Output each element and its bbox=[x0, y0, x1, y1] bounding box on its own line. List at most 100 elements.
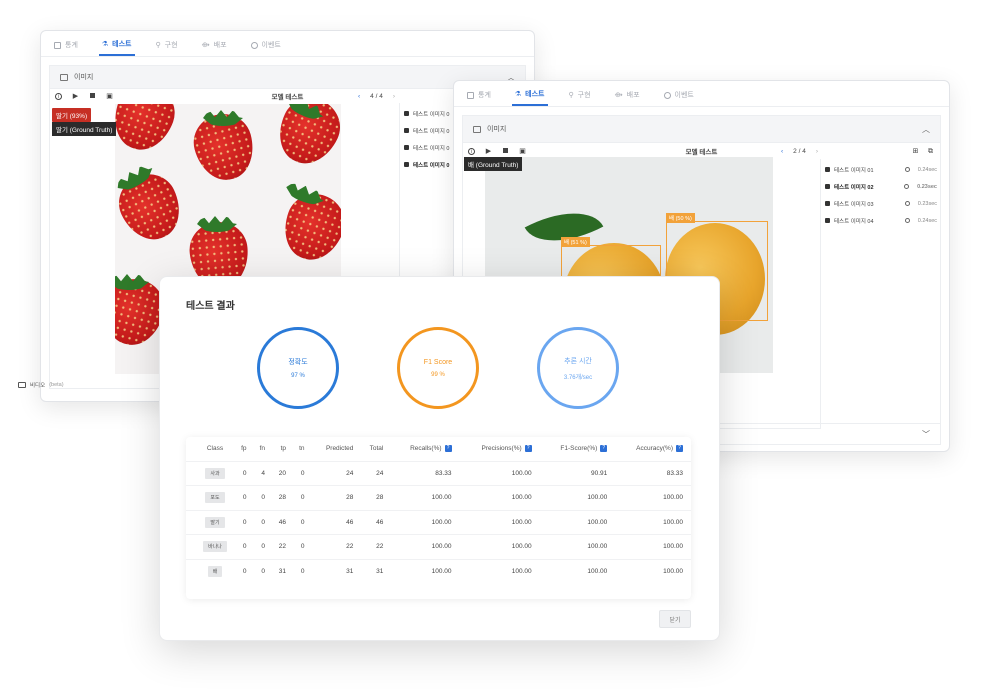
metric-label: F1 Score bbox=[423, 358, 453, 366]
column-header: fn bbox=[259, 445, 265, 453]
class-cell: 사과 bbox=[186, 460, 236, 486]
column-header: Precisions(%)? bbox=[460, 437, 540, 461]
pin-icon: ⚲ bbox=[568, 92, 574, 99]
table-cell: 4 bbox=[254, 460, 273, 486]
clock-icon bbox=[904, 167, 910, 172]
chart-icon bbox=[467, 91, 474, 99]
tab-implement[interactable]: ⚲ 구현 bbox=[566, 84, 594, 106]
tab-events[interactable]: 이벤트 bbox=[248, 34, 284, 56]
next-page-icon[interactable]: › bbox=[393, 93, 395, 100]
help-icon[interactable]: ? bbox=[600, 445, 608, 453]
pager: ‹ 2 / 4 › bbox=[781, 147, 818, 155]
tab-test[interactable]: ⚗ 테스트 bbox=[98, 34, 135, 56]
image-file-icon bbox=[825, 218, 830, 223]
table-cell: 100.00 bbox=[391, 558, 460, 584]
deploy-icon: ⟴ bbox=[614, 92, 623, 99]
table-cell: 100.00 bbox=[391, 509, 460, 535]
table-cell: 100.00 bbox=[539, 534, 616, 559]
history-icon bbox=[663, 91, 671, 99]
column-header: Accuracy(%)? bbox=[615, 437, 691, 461]
image-icon bbox=[473, 125, 481, 133]
class-metrics-table: Class fp fn tp tn Predicted Total Recalls(%)? Pr… bbox=[186, 437, 691, 599]
file-item[interactable]: 테스트 이미지 02 0.23sec bbox=[821, 178, 940, 195]
play-icon[interactable]: ▶ bbox=[485, 148, 492, 155]
file-item[interactable]: 테스트 이미지 01 0.24sec bbox=[821, 161, 940, 178]
metric-value: 99 % bbox=[431, 371, 445, 378]
table-cell: 0 bbox=[294, 485, 313, 510]
info-icon[interactable]: i bbox=[468, 147, 475, 155]
tab-deploy[interactable]: ⟴ 배포 bbox=[199, 34, 230, 56]
column-header: Recalls(%)? bbox=[391, 437, 459, 461]
tab-test[interactable]: ⚗ 테스트 bbox=[511, 84, 548, 106]
table-row: 배 0 0 31 0 31 31 100.00 100.00 100.00 100.00 bbox=[186, 558, 691, 584]
clock-icon bbox=[904, 184, 910, 189]
table-cell: 0 bbox=[254, 558, 273, 584]
stop-icon[interactable] bbox=[502, 147, 509, 155]
stop-icon[interactable] bbox=[89, 92, 96, 100]
image-toggle-icon[interactable]: ▣ bbox=[519, 148, 526, 155]
table-cell: 20 bbox=[273, 460, 294, 486]
chevron-up-icon[interactable]: ︿ bbox=[922, 124, 930, 135]
table-cell: 28 bbox=[273, 485, 294, 510]
image-file-icon bbox=[404, 111, 409, 116]
tab-events[interactable]: 이벤트 bbox=[661, 84, 697, 106]
table-cell: 100.00 bbox=[615, 534, 691, 559]
column-header: tp bbox=[280, 445, 286, 453]
f1-score-metric: F1 Score 99 % bbox=[397, 327, 479, 409]
table-cell: 83.33 bbox=[391, 460, 460, 486]
help-icon[interactable]: ? bbox=[676, 445, 683, 453]
table-cell: 0 bbox=[294, 460, 313, 486]
tab-implement[interactable]: ⚲ 구현 bbox=[153, 34, 181, 56]
table-cell: 22 bbox=[361, 534, 392, 559]
tab-bar: 통계 ⚗ 테스트 ⚲ 구현 ⟴ 배포 이벤트 bbox=[41, 31, 534, 57]
tab-stats[interactable]: 통계 bbox=[51, 34, 81, 56]
export-image-icon[interactable]: ⧉ bbox=[927, 148, 934, 155]
tab-stats[interactable]: 통계 bbox=[464, 84, 494, 106]
metric-value: 3.76개/sec bbox=[563, 374, 593, 381]
clock-icon bbox=[904, 201, 910, 206]
image-section-header[interactable]: 이미지 ︿ bbox=[462, 115, 941, 143]
help-icon[interactable]: ? bbox=[524, 445, 532, 453]
flask-icon: ⚗ bbox=[101, 41, 109, 48]
table-cell: 100.00 bbox=[459, 460, 540, 486]
image-file-icon bbox=[825, 167, 830, 172]
column-header: Predicted bbox=[325, 445, 354, 453]
table-cell: 0 bbox=[254, 534, 273, 559]
prev-page-icon[interactable]: ‹ bbox=[358, 93, 360, 100]
table-cell: 28 bbox=[361, 485, 392, 510]
class-cell: 딸기 bbox=[186, 509, 236, 535]
help-icon[interactable]: ? bbox=[444, 445, 452, 453]
table-cell: 100.00 bbox=[615, 558, 691, 584]
add-image-icon[interactable]: ⊞ bbox=[912, 148, 919, 155]
table-cell: 0 bbox=[236, 534, 255, 559]
table-cell: 100.00 bbox=[615, 509, 691, 535]
file-item[interactable]: 테스트 이미지 03 0.23sec bbox=[821, 195, 940, 212]
image-icon bbox=[60, 73, 68, 81]
file-list: 테스트 이미지 01 0.24sec 테스트 이미지 02 0.23sec 테스트 … bbox=[820, 159, 940, 429]
table-cell: 22 bbox=[273, 534, 294, 559]
video-tab[interactable]: 비디오 (beta) bbox=[8, 374, 116, 396]
table-cell: 100.00 bbox=[459, 509, 540, 535]
table-cell: 100.00 bbox=[539, 509, 616, 535]
test-result-dialog: 테스트 결과 정확도 97 % F1 Score 99 % 추론 시간 3.76… bbox=[159, 276, 720, 641]
close-button[interactable]: 닫기 bbox=[659, 610, 691, 628]
table-cell: 90.91 bbox=[539, 460, 616, 486]
column-header: Total bbox=[369, 445, 384, 453]
table-cell: 31 bbox=[312, 558, 362, 584]
file-item[interactable]: 테스트 이미지 04 0.24sec bbox=[821, 212, 940, 229]
image-file-icon bbox=[404, 128, 409, 133]
chevron-down-icon[interactable]: ﹀ bbox=[922, 429, 930, 440]
play-icon[interactable]: ▶ bbox=[72, 93, 79, 100]
tab-deploy[interactable]: ⟴ 배포 bbox=[612, 84, 643, 106]
prev-page-icon[interactable]: ‹ bbox=[781, 148, 783, 155]
image-toggle-icon[interactable]: ▣ bbox=[106, 93, 113, 100]
pager: ‹ 4 / 4 › bbox=[358, 92, 395, 100]
table-row: 딸기 0 0 46 0 46 46 100.00 100.00 100.00 100.00 bbox=[186, 509, 691, 535]
image-file-icon bbox=[404, 162, 409, 167]
table-cell: 0 bbox=[294, 558, 313, 584]
table-cell: 83.33 bbox=[615, 460, 691, 486]
next-page-icon[interactable]: › bbox=[816, 148, 818, 155]
info-icon[interactable]: i bbox=[55, 92, 62, 100]
table-cell: 0 bbox=[294, 534, 313, 559]
flask-icon: ⚗ bbox=[514, 91, 522, 98]
